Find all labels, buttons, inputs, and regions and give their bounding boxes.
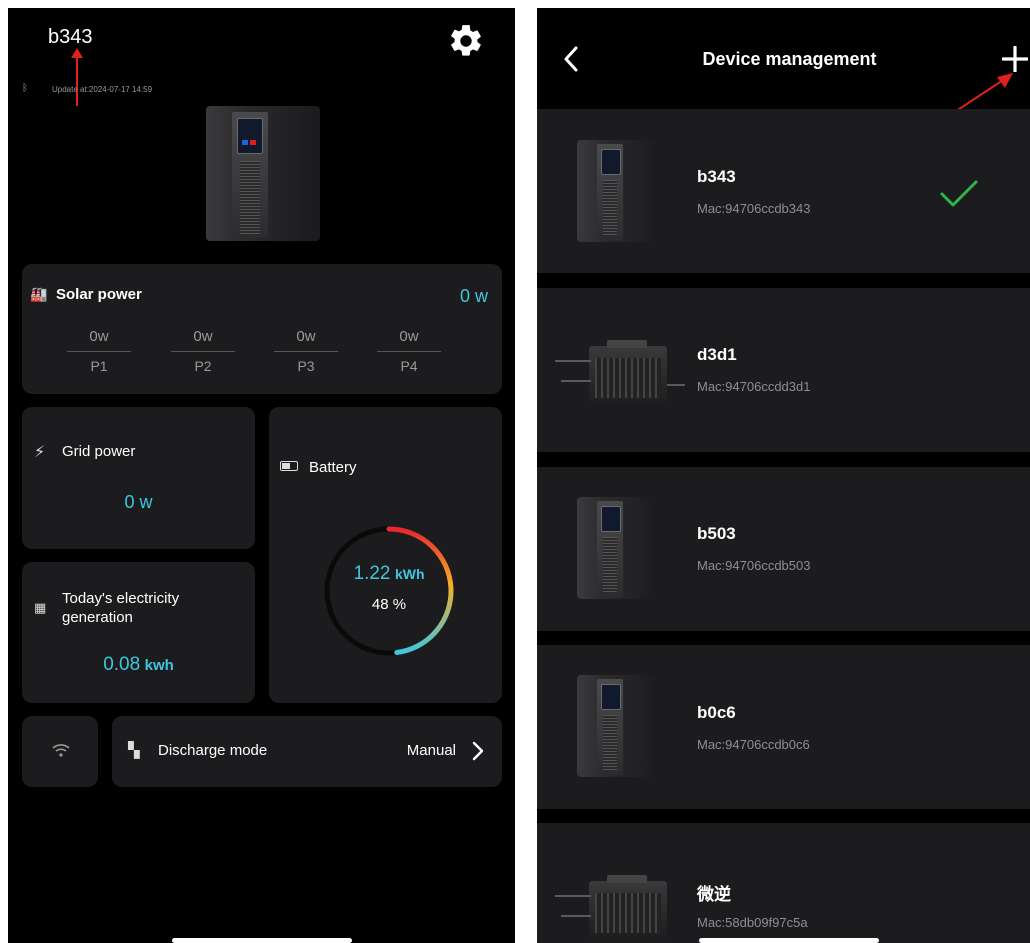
generation-title: Today's electricity generation [62, 590, 180, 626]
discharge-mode-row[interactable]: ▚ Discharge mode Manual [112, 716, 502, 787]
microinverter-device-image [555, 875, 685, 939]
port-divider [377, 351, 441, 352]
battery-gauge [324, 526, 454, 656]
wifi-button[interactable] [22, 716, 98, 787]
page-title: Device management [702, 49, 877, 69]
device-name: b343 [697, 167, 736, 186]
home-indicator [172, 938, 352, 943]
solar-power-title: Solar power [56, 286, 142, 303]
solar-panel-icon: 🏭 [30, 286, 48, 302]
port-value: 0w [399, 328, 419, 345]
device-name: d3d1 [697, 345, 737, 364]
bluetooth-icon: ᛒ [22, 83, 28, 94]
solar-power-card[interactable]: 🏭 Solar power 0 w 0w P1 0w P2 0w P3 0w P… [22, 264, 502, 394]
generation-value: 0.08 kwh [103, 654, 174, 675]
power-tower-icon: ⚡ [34, 444, 46, 461]
device-name: 微逆 [697, 885, 731, 904]
microinverter-device-image [555, 340, 685, 404]
port-value: 0w [193, 328, 213, 345]
battery-energy: 1.22 kWh [353, 563, 425, 584]
discharge-mode-value: Manual [406, 742, 456, 759]
port-label: P3 [297, 358, 315, 374]
battery-title: Battery [309, 459, 357, 476]
device-mac: Mac:94706ccdb503 [697, 558, 811, 573]
port-label: P1 [90, 358, 108, 374]
battery-device-image [577, 497, 661, 599]
device-title: b343 [48, 26, 93, 48]
port-divider [67, 351, 131, 352]
meter-icon: ▦ [34, 600, 47, 615]
device-management-screen: Device management b343 Mac:94706ccdb343 … [537, 8, 1030, 943]
generation-card[interactable]: ▦ Today's electricity generation 0.08 kw… [22, 562, 255, 703]
solar-power-total: 0 w [459, 286, 488, 306]
battery-icon [280, 461, 298, 471]
device-image [206, 106, 320, 241]
annotation-arrowhead [71, 48, 83, 58]
device-mac: Mac:94706ccdb343 [697, 201, 811, 216]
port-value: 0w [89, 328, 109, 345]
device-name: b503 [697, 524, 736, 543]
battery-percent: 48 % [371, 596, 407, 613]
device-row[interactable]: b0c6 Mac:94706ccdb0c6 [537, 645, 1030, 809]
settings-gear-icon[interactable] [447, 22, 485, 60]
device-row[interactable]: b343 Mac:94706ccdb343 [537, 109, 1030, 273]
grid-power-card[interactable]: ⚡ Grid power 0 w [22, 407, 255, 549]
grid-four-icon: ▚ [128, 742, 140, 759]
port-divider [274, 351, 338, 352]
port-value: 0w [296, 328, 316, 345]
device-mac: Mac:94706ccdd3d1 [697, 379, 811, 394]
device-name: b0c6 [697, 703, 736, 722]
grid-power-value: 0 w [124, 492, 153, 512]
device-row[interactable]: d3d1 Mac:94706ccdd3d1 [537, 288, 1030, 452]
discharge-mode-label: Discharge mode [158, 742, 268, 759]
selected-check-icon [940, 180, 978, 207]
device-mac: Mac:58db09f97c5a [697, 915, 808, 930]
device-mac: Mac:94706ccdb0c6 [697, 737, 810, 752]
update-time: Update at:2024-07-17 14:59 [52, 85, 153, 94]
port-label: P2 [194, 358, 212, 374]
home-screen: b343 ᛒ Update at:2024-07-17 14:59 🏭 Sola… [8, 8, 515, 943]
home-indicator [699, 938, 879, 943]
battery-device-image [577, 140, 661, 242]
battery-device-image [577, 675, 661, 777]
grid-power-title: Grid power [62, 443, 136, 460]
port-divider [171, 351, 235, 352]
chevron-right-icon [472, 741, 484, 761]
device-row[interactable]: b503 Mac:94706ccdb503 [537, 467, 1030, 631]
wifi-icon [52, 744, 70, 757]
port-label: P4 [400, 358, 418, 374]
device-row[interactable]: 微逆 Mac:58db09f97c5a [537, 823, 1030, 943]
annotation-arrow [76, 54, 78, 106]
battery-card[interactable]: Battery 1.22 kWh 48 % [269, 407, 502, 703]
